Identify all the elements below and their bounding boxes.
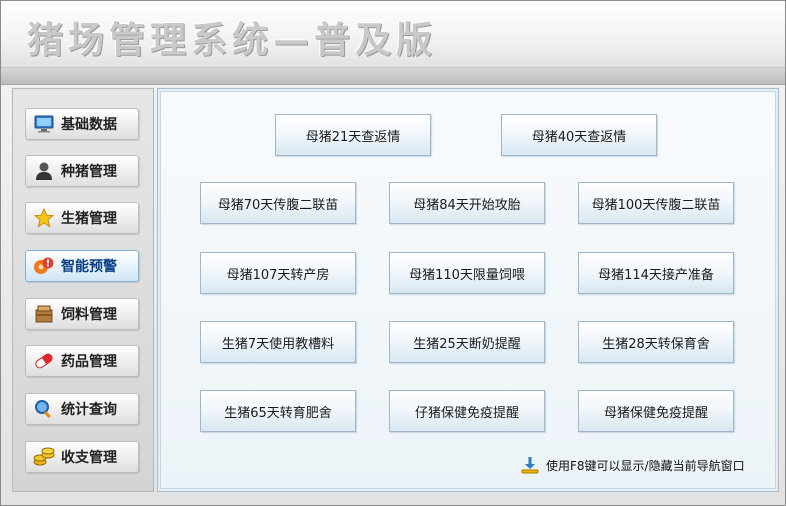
star-icon [33,207,55,229]
sidebar-item-label: 智能预警 [61,259,117,275]
alert-icon [33,255,55,277]
monitor-icon [33,113,55,135]
sidebar-item-breeding-pig[interactable]: 种猪管理 [25,155,139,187]
sidebar-item-label: 收支管理 [61,450,117,466]
alert-button[interactable]: 生猪65天转育肥舍 [200,390,356,432]
sidebar-item-basic-data[interactable]: 基础数据 [25,108,139,140]
sidebar-nav: 基础数据 种猪管理 生猪管理 智能预警 饲料管理 药品管理 统计查询 收支管理 [12,88,154,492]
alert-button[interactable]: 母猪保健免疫提醒 [578,390,734,432]
user-icon [33,160,55,182]
alert-button[interactable]: 母猪114天接产准备 [578,252,734,294]
alert-button[interactable]: 生猪7天使用教槽料 [200,321,356,363]
sidebar-item-smart-alert[interactable]: 智能预警 [25,250,139,282]
sidebar-item-label: 饲料管理 [61,307,117,323]
alert-button[interactable]: 母猪84天开始攻胎 [389,182,545,224]
sidebar-item-feed[interactable]: 饲料管理 [25,298,139,330]
header-banner: 猪场管理系统—普及版 [1,1,785,68]
nav-toggle-hint: 使用F8键可以显示/隐藏当前导航窗口 [520,454,745,476]
sidebar-item-finance[interactable]: 收支管理 [25,441,139,473]
alert-button[interactable]: 母猪70天传腹二联苗 [200,182,356,224]
alert-button[interactable]: 仔猪保健免疫提醒 [389,390,545,432]
sidebar-item-label: 统计查询 [61,402,117,418]
download-arrow-icon [520,455,540,475]
alert-button[interactable]: 母猪100天传腹二联苗 [578,182,734,224]
hint-text: 使用F8键可以显示/隐藏当前导航窗口 [546,458,745,473]
app-title: 猪场管理系统—普及版 [27,19,438,61]
header-divider [1,68,785,85]
sidebar-item-medicine[interactable]: 药品管理 [25,345,139,377]
sidebar-item-statistics[interactable]: 统计查询 [25,393,139,425]
pill-icon [33,350,55,372]
sidebar-item-label: 药品管理 [61,354,117,370]
sidebar-item-hog[interactable]: 生猪管理 [25,202,139,234]
coins-icon [33,446,55,468]
alert-button[interactable]: 母猪107天转产房 [200,252,356,294]
sidebar-item-label: 基础数据 [61,117,117,133]
alert-button[interactable]: 母猪40天查返情 [501,114,657,156]
feed-box-icon [33,303,55,325]
alert-button[interactable]: 母猪110天限量饲喂 [389,252,545,294]
sidebar-item-label: 生猪管理 [61,211,117,227]
alert-button[interactable]: 生猪25天断奶提醒 [389,321,545,363]
magnifier-icon [33,398,55,420]
alert-button[interactable]: 生猪28天转保育舍 [578,321,734,363]
alert-button[interactable]: 母猪21天查返情 [275,114,431,156]
sidebar-item-label: 种猪管理 [61,164,117,180]
